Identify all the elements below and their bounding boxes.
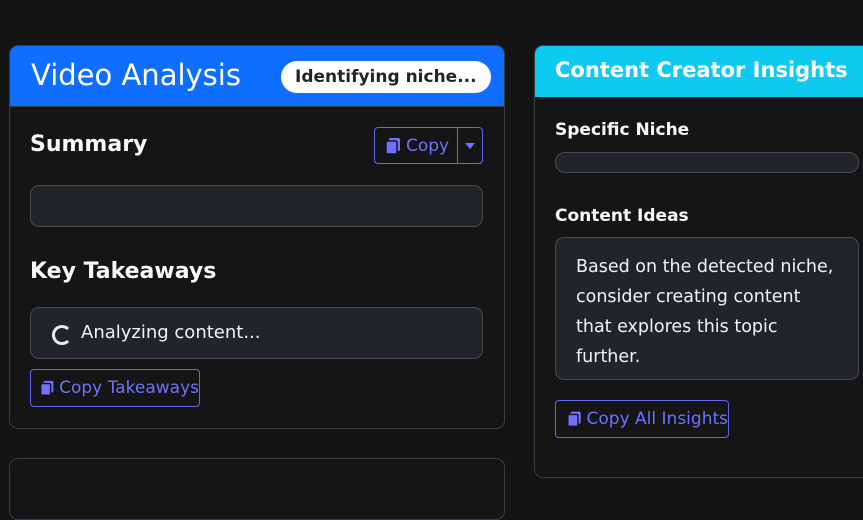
takeaways-box: Analyzing content... (30, 307, 483, 359)
summary-heading: Summary (30, 132, 148, 157)
next-card (9, 458, 505, 520)
copy-button[interactable]: Copy (375, 128, 458, 163)
copy-button-label: Copy (406, 135, 450, 156)
copy-icon (40, 380, 54, 396)
content-ideas-text: Based on the detected niche, consider cr… (576, 257, 834, 367)
key-takeaways-heading: Key Takeaways (30, 259, 217, 284)
copy-takeaways-label: Copy Takeaways (59, 378, 199, 398)
copy-icon (567, 411, 581, 428)
insights-title: Content Creator Insights (555, 58, 848, 82)
copy-all-insights-button[interactable]: Copy All Insights (555, 400, 729, 438)
content-ideas-heading: Content Ideas (555, 206, 689, 226)
spinner-icon (52, 325, 72, 345)
copy-split-button: Copy (374, 127, 483, 164)
niche-progress-bar (555, 152, 859, 173)
specific-niche-heading: Specific Niche (555, 120, 690, 140)
summary-box (30, 185, 483, 227)
video-analysis-title: Video Analysis (31, 58, 241, 92)
copy-options-toggle[interactable] (458, 128, 482, 163)
content-ideas-box: Based on the detected niche, consider cr… (555, 237, 859, 380)
video-analysis-header: Video Analysis Identifying niche... (10, 46, 504, 107)
video-analysis-card: Video Analysis Identifying niche... Summ… (9, 45, 505, 429)
insights-header: Content Creator Insights (535, 46, 863, 97)
copy-all-insights-label: Copy All Insights (586, 409, 728, 429)
analyzing-status: Analyzing content... (81, 322, 261, 343)
copy-takeaways-button[interactable]: Copy Takeaways (30, 369, 200, 407)
copy-icon (385, 137, 400, 155)
status-badge: Identifying niche... (281, 61, 491, 93)
insights-card: Content Creator Insights Specific Niche … (534, 45, 863, 478)
caret-down-icon (465, 142, 475, 149)
